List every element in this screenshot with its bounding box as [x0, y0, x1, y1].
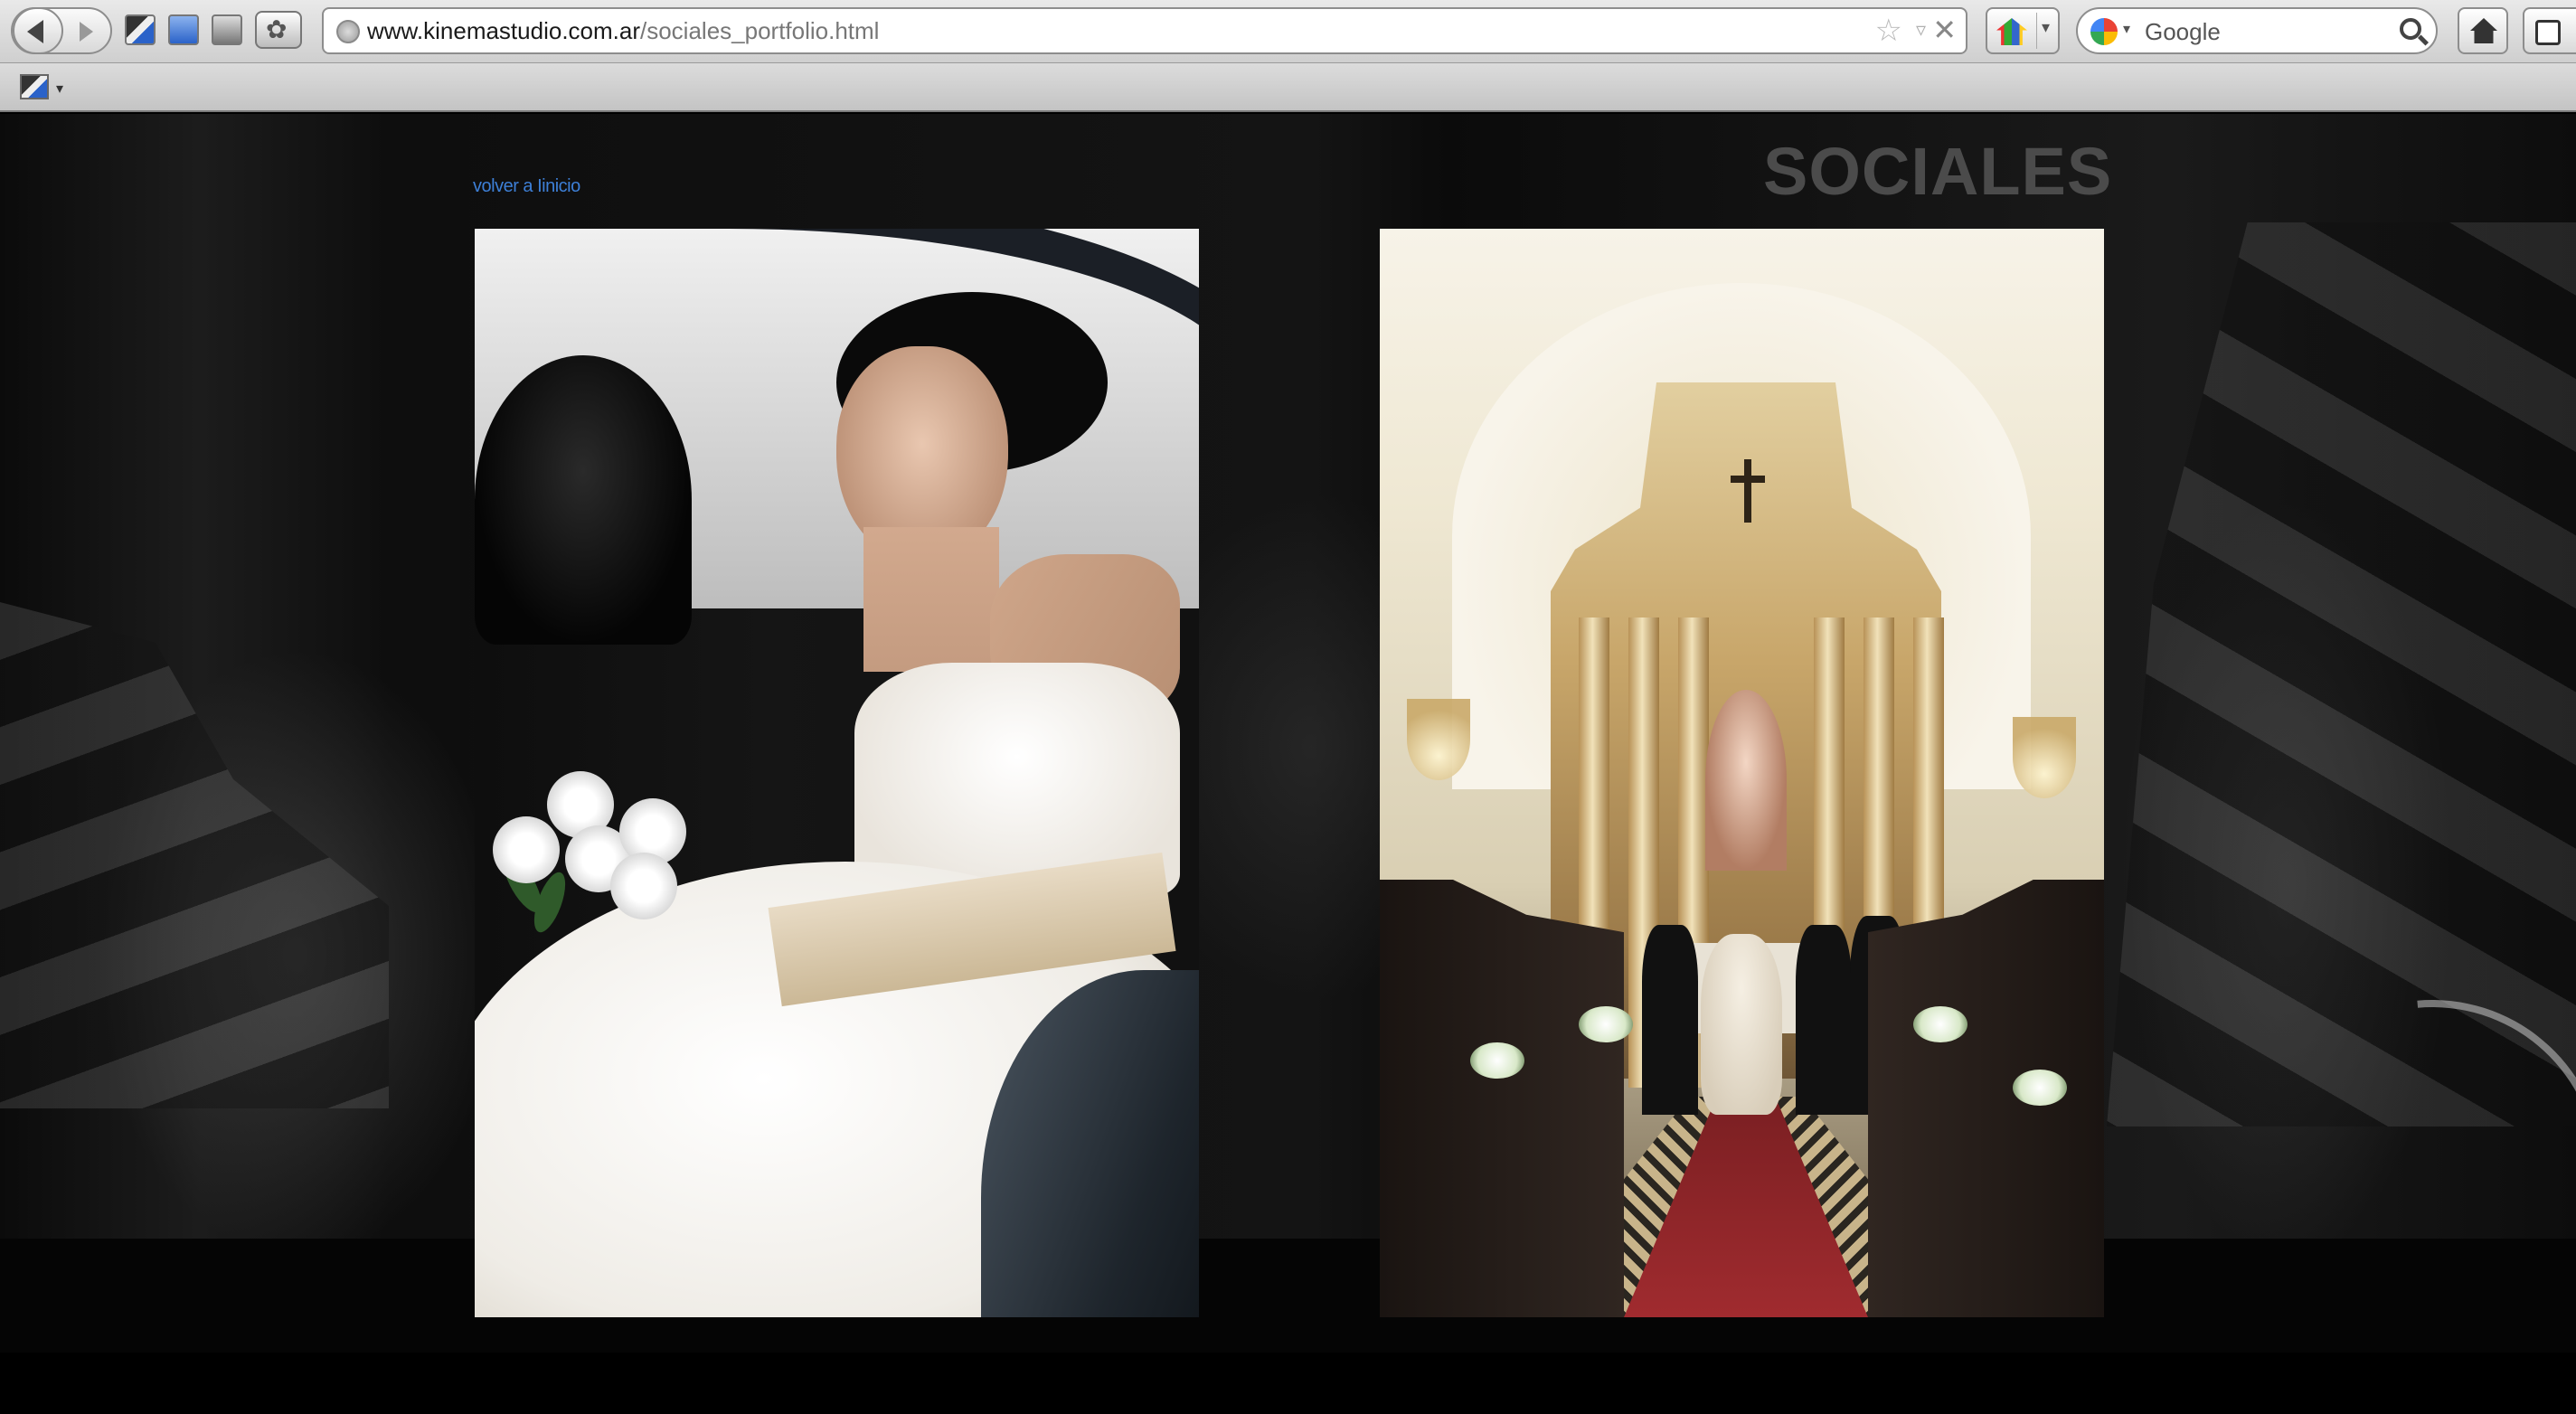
cross-icon	[1731, 459, 1765, 523]
bouquet	[484, 762, 692, 943]
browser-toolbar: ✿ www.kinemastudio.com.ar/sociales_portf…	[0, 0, 2576, 63]
photo-church-ceremony[interactable]	[1380, 229, 2104, 1317]
home-icon	[2470, 18, 2497, 43]
pew-flowers	[1913, 1006, 1967, 1042]
puzzle-icon: ✿	[266, 15, 288, 43]
pew-flowers	[2013, 1070, 2067, 1106]
pew-flowers	[1470, 1042, 1524, 1079]
bride-figure	[1701, 934, 1782, 1115]
altar-niche	[1705, 690, 1787, 871]
apps-icon[interactable]	[125, 14, 156, 45]
chandelier	[2013, 717, 2076, 798]
pew-flowers	[1579, 1006, 1633, 1042]
url-domain: www.kinemastudio.com.ar	[367, 17, 640, 44]
addon-puzzle-button[interactable]: ✿	[255, 11, 302, 49]
chevron-down-icon[interactable]: ▾	[2123, 20, 2130, 38]
forward-arrow-icon[interactable]	[80, 22, 93, 42]
rose	[493, 816, 560, 883]
search-placeholder: Google	[2145, 18, 2221, 45]
bride-neck	[863, 527, 999, 672]
separator	[2036, 13, 2037, 49]
address-bar[interactable]: www.kinemastudio.com.ar/sociales_portfol…	[322, 7, 1967, 54]
home-button[interactable]	[2458, 7, 2508, 54]
bookmarks-bar	[0, 63, 2576, 112]
page-title: SOCIALES	[1763, 134, 2113, 209]
background-stairs-right	[2107, 222, 2576, 1126]
google-icon	[2090, 18, 2118, 45]
car-seat	[475, 355, 692, 645]
window-icon[interactable]	[168, 14, 199, 45]
page-background	[0, 114, 2576, 1414]
back-arrow-icon	[27, 20, 43, 43]
chevron-down-icon[interactable]: ▾	[56, 80, 63, 98]
groom-figure	[1796, 925, 1852, 1115]
addon-icon	[2535, 20, 2561, 45]
search-box[interactable]: ▾ Google	[2076, 7, 2438, 54]
background-stairs-left	[0, 602, 389, 1108]
colorful-home-icon	[1996, 18, 2027, 45]
clipboard-icon[interactable]	[212, 14, 242, 45]
url-path: /sociales_portfolio.html	[640, 17, 880, 44]
back-button[interactable]	[13, 7, 63, 54]
search-icon[interactable]	[2400, 18, 2421, 40]
page-footer-band	[0, 1239, 2576, 1353]
bookmarks-menu-icon[interactable]	[20, 74, 49, 99]
sync-button-group[interactable]: ▾	[1986, 7, 2060, 54]
bottom-strip	[0, 1353, 2576, 1392]
bookmark-star-icon[interactable]: ☆	[1875, 14, 1902, 47]
rose	[610, 853, 677, 919]
addon-button[interactable]	[2523, 7, 2576, 54]
guests-right	[1868, 880, 2104, 1317]
back-to-home-link[interactable]: volver a Iinicio	[473, 175, 580, 197]
stop-icon[interactable]: ✕	[1932, 13, 1957, 47]
url-text[interactable]: www.kinemastudio.com.ar/sociales_portfol…	[367, 17, 879, 44]
back-forward-group	[11, 7, 112, 54]
groom-figure	[1642, 925, 1698, 1115]
globe-icon	[336, 20, 360, 43]
guests-left	[1380, 880, 1624, 1317]
chandelier	[1407, 699, 1470, 780]
photo-bride-car[interactable]	[475, 229, 1199, 1317]
chevron-down-icon[interactable]: ▾	[2042, 18, 2050, 37]
history-dropdown-icon[interactable]: ▿	[1916, 16, 1926, 43]
